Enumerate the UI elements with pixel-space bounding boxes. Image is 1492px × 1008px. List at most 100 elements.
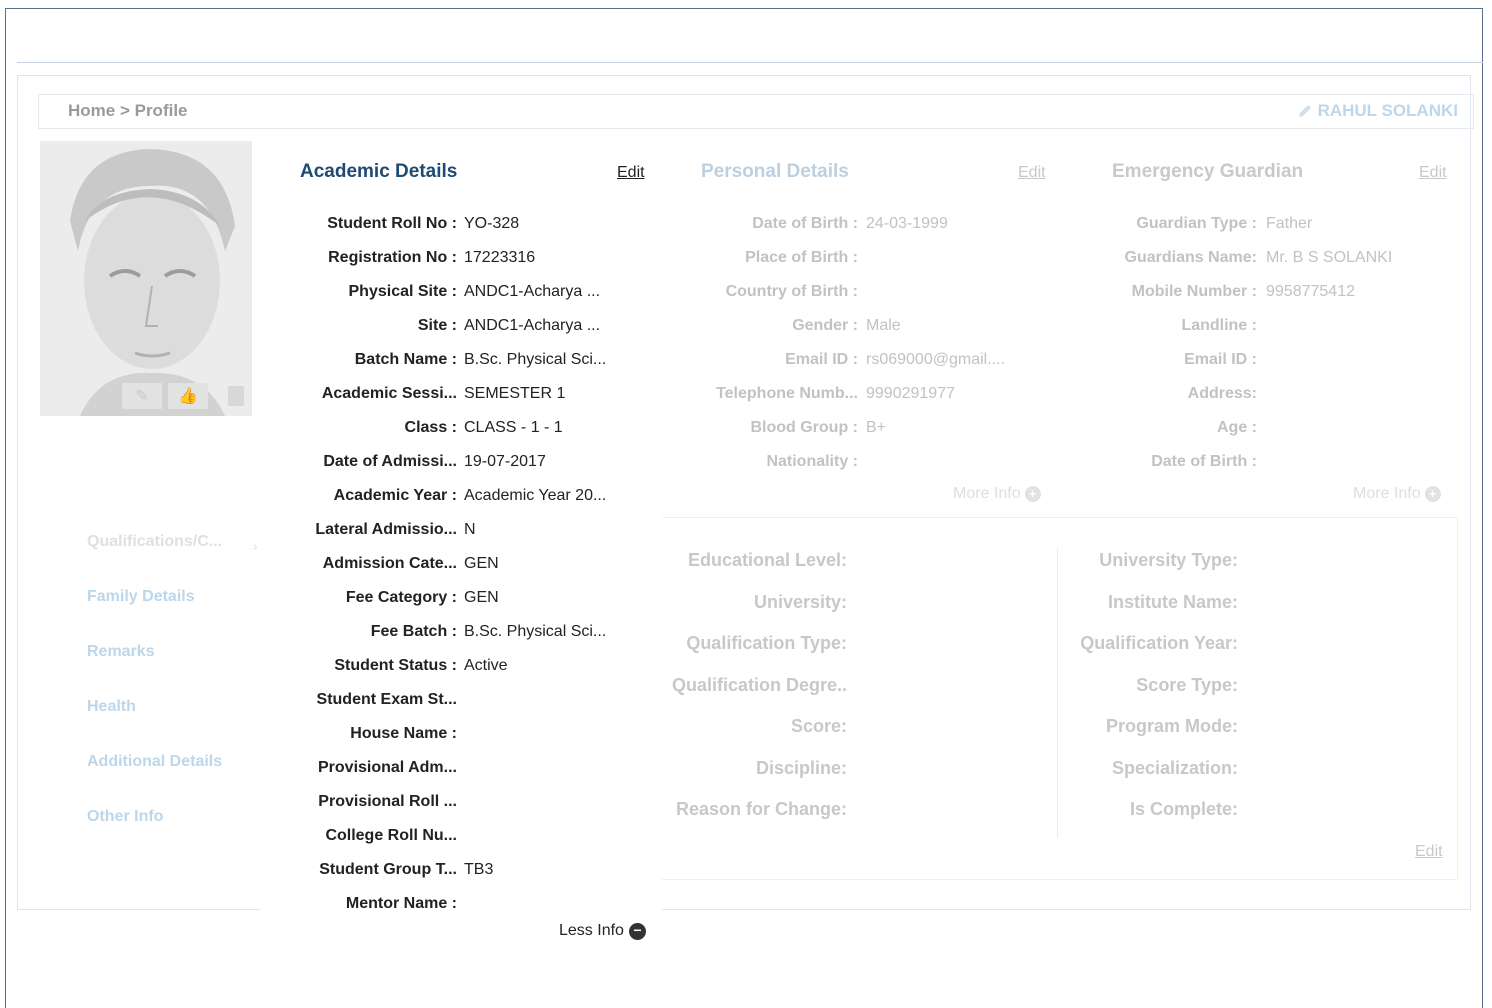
breadcrumb[interactable]: Home > Profile — [68, 101, 188, 121]
detail-row: Blood Group : B+ — [640, 416, 1040, 440]
detail-label: Lateral Admissio... — [315, 521, 457, 538]
breadcrumb-bar — [38, 94, 1474, 129]
detail-row: Student Roll No : YO-328 — [260, 212, 660, 236]
sidebar-item-remarks[interactable]: Remarks — [87, 641, 222, 696]
qualifications-panel — [660, 517, 1458, 880]
detail-row: Student Exam St... — [260, 688, 660, 712]
like-icon[interactable]: 👍 — [168, 383, 208, 409]
detail-value: GEN — [464, 589, 499, 606]
detail-row: Physical Site : ANDC1-Acharya ... — [260, 280, 660, 304]
detail-label: Telephone Numb... — [716, 385, 858, 402]
detail-row: Mobile Number : 9958775412 — [1040, 280, 1440, 304]
qualification-field-label: Qualification Degre.. — [671, 674, 847, 695]
detail-label: Batch Name : — [354, 351, 457, 368]
detail-value: Active — [464, 657, 508, 674]
detail-row: Date of Birth : 24-03-1999 — [640, 212, 1040, 236]
detail-value: 24-03-1999 — [866, 215, 948, 232]
qualification-field-label: University: — [753, 591, 847, 612]
detail-label: Academic Year : — [333, 487, 457, 504]
detail-value: B+ — [866, 419, 887, 436]
detail-label: Blood Group : — [750, 419, 858, 436]
detail-label: Student Exam St... — [316, 691, 457, 708]
detail-value: GEN — [464, 555, 499, 572]
less-info-label: Less Info — [559, 922, 624, 939]
detail-label: Address: — [1187, 385, 1257, 402]
detail-value: B.Sc. Physical Sci... — [464, 623, 607, 640]
detail-label: Student Roll No : — [327, 215, 457, 232]
detail-label: Student Status : — [334, 657, 457, 674]
academic-edit-link[interactable]: Edit — [617, 164, 645, 182]
detail-label: Fee Batch : — [370, 623, 457, 640]
detail-label: Country of Birth : — [725, 283, 858, 300]
guardian-edit-link[interactable]: Edit — [1419, 164, 1447, 182]
detail-label: Physical Site : — [348, 283, 458, 300]
detail-value: 9990291977 — [866, 385, 955, 402]
guardian-title: Emergency Guardian — [1112, 161, 1304, 182]
sidebar-item-other-info[interactable]: Other Info — [87, 806, 222, 861]
detail-label: Guardian Type : — [1136, 215, 1257, 232]
document-icon[interactable] — [228, 386, 244, 406]
detail-row: Email ID : — [1040, 348, 1440, 372]
detail-row: Address: — [1040, 382, 1440, 406]
detail-value: Mr. B S SOLANKI — [1266, 249, 1393, 266]
detail-row: Academic Year : Academic Year 20... — [260, 484, 660, 508]
detail-value: ANDC1-Acharya ... — [464, 317, 601, 334]
detail-value: CLASS - 1 - 1 — [464, 419, 563, 436]
detail-label: Place of Birth : — [745, 249, 858, 266]
detail-row: Date of Admissi... 19-07-2017 — [260, 450, 660, 474]
personal-more-info[interactable]: More Info + — [953, 485, 1041, 503]
detail-label: Site : — [417, 317, 457, 334]
detail-label: House Name : — [350, 725, 457, 742]
qualification-field-label: Is Complete: — [1129, 799, 1238, 819]
personal-edit-link[interactable]: Edit — [1018, 164, 1046, 182]
detail-row: Admission Cate... GEN — [260, 552, 660, 576]
detail-label: Class : — [404, 419, 457, 436]
edit-photo-icon[interactable]: ✎ — [122, 383, 162, 409]
sidebar-item-additional-details[interactable]: Additional Details — [87, 751, 222, 806]
detail-value: Academic Year 20... — [464, 487, 607, 504]
qualification-field-label: Discipline: — [755, 757, 847, 778]
student-photo — [40, 141, 252, 416]
detail-value: 9958775412 — [1266, 283, 1355, 300]
detail-label: Admission Cate... — [322, 555, 457, 572]
qualification-field-label: Score: — [790, 716, 847, 736]
detail-value: TB3 — [464, 861, 494, 878]
personal-details-title: Personal Details — [701, 161, 849, 182]
detail-row: Fee Category : GEN — [260, 586, 660, 610]
academic-details-card: Academic Details Edit Student Roll No : Y… — [260, 141, 662, 941]
sidebar-item-qualifications[interactable]: Qualifications/C... — [87, 531, 222, 586]
detail-label: Academic Sessi... — [321, 385, 457, 402]
qualification-field-label: University Type: — [1099, 550, 1238, 570]
detail-row: Mentor Name : — [260, 892, 660, 916]
detail-label: Provisional Roll ... — [318, 793, 457, 810]
minus-circle-icon: − — [628, 922, 646, 940]
detail-row: Lateral Admissio... N — [260, 518, 660, 542]
detail-row: Landline : — [1040, 314, 1440, 338]
detail-label: Nationality : — [766, 453, 858, 470]
user-name-link[interactable]: RAHUL SOLANKI — [1296, 101, 1458, 121]
detail-row: Date of Birth : — [1040, 450, 1440, 474]
detail-row: Email ID : rs069000@gmail.... — [640, 348, 1040, 372]
detail-label: Email ID : — [785, 351, 858, 368]
detail-label: Landline : — [1181, 317, 1257, 334]
qualification-field-label: Specialization: — [1111, 757, 1238, 778]
header-divider — [17, 62, 1483, 63]
more-info-label: More Info — [1353, 485, 1421, 502]
guardian-more-info[interactable]: More Info + — [1353, 485, 1441, 503]
detail-label: Gender : — [792, 317, 858, 334]
qualifications-edit-link[interactable]: Edit — [1415, 843, 1443, 861]
detail-label: Registration No : — [328, 249, 457, 266]
detail-row: Place of Birth : — [640, 246, 1040, 270]
detail-row: Telephone Numb... 9990291977 — [640, 382, 1040, 406]
detail-row: Registration No : 17223316 — [260, 246, 660, 270]
sidebar-item-family-details[interactable]: Family Details — [87, 586, 222, 641]
detail-label: Age : — [1217, 419, 1257, 436]
detail-row: Provisional Adm... — [260, 756, 660, 780]
qualification-field-label: Institute Name: — [1107, 591, 1238, 612]
less-info-toggle[interactable]: Less Info − — [559, 922, 646, 940]
detail-row: Nationality : — [640, 450, 1040, 474]
qualification-field-label: Score Type: — [1136, 674, 1238, 695]
detail-row: Age : — [1040, 416, 1440, 440]
sidebar-item-health[interactable]: Health — [87, 696, 222, 751]
user-name: RAHUL SOLANKI — [1317, 101, 1458, 120]
